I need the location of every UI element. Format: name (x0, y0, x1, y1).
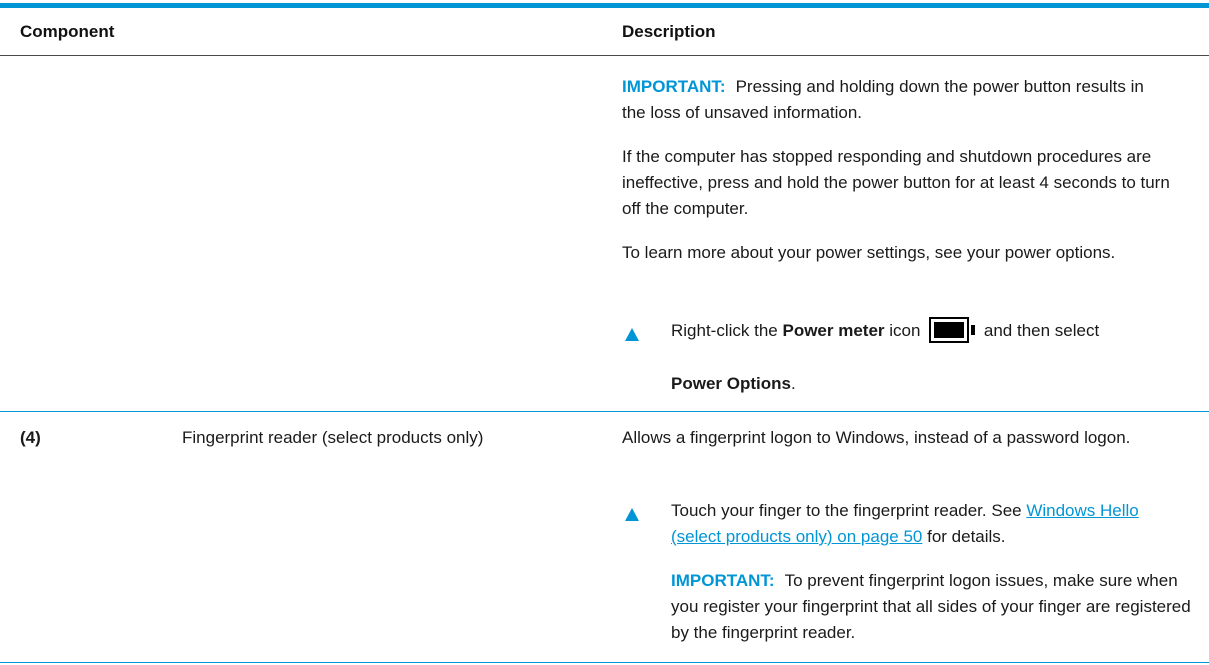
paragraph-stopped-responding: If the computer has stopped responding a… (622, 147, 1170, 218)
power-options-label: Power Options (671, 374, 791, 393)
power-meter-label: Power meter (782, 321, 885, 340)
triangle-bullet-icon (625, 508, 639, 521)
paragraph-power-settings: To learn more about your power settings,… (622, 243, 1116, 262)
important-label: IMPORTANT: (671, 571, 775, 590)
triangle-bullet-icon (625, 328, 639, 341)
step-suffix: and then select (979, 321, 1100, 340)
top-accent-bar (0, 3, 1209, 8)
header-description: Description (622, 22, 716, 41)
row-separator (0, 662, 1209, 663)
header-component: Component (20, 22, 115, 41)
row-separator (0, 411, 1209, 412)
header-separator (0, 55, 1209, 56)
row-number: (4) (20, 428, 41, 447)
fingerprint-description: Allows a fingerprint logon to Windows, i… (622, 428, 1131, 447)
power-meter-icon (929, 316, 976, 343)
step-suffix: for details. (922, 527, 1006, 546)
step-prefix: Right-click the (671, 321, 783, 340)
step-end: . (790, 374, 796, 393)
step-prefix: Touch your finger to the fingerprint rea… (671, 501, 1027, 520)
step-touch-finger: Touch your finger to the fingerprint rea… (671, 498, 1191, 550)
component-name: Fingerprint reader (select products only… (182, 428, 484, 447)
step-mid: icon (884, 321, 926, 340)
important-label: IMPORTANT: (622, 77, 726, 96)
important-note-power: IMPORTANT: Pressing and holding down the … (622, 74, 1162, 126)
important-note-fingerprint: IMPORTANT: To prevent fingerprint logon i… (671, 568, 1201, 646)
step-power-options: Power Options. (671, 371, 1071, 397)
step-power-meter: Right-click the Power meter icon and the… (671, 316, 1191, 344)
